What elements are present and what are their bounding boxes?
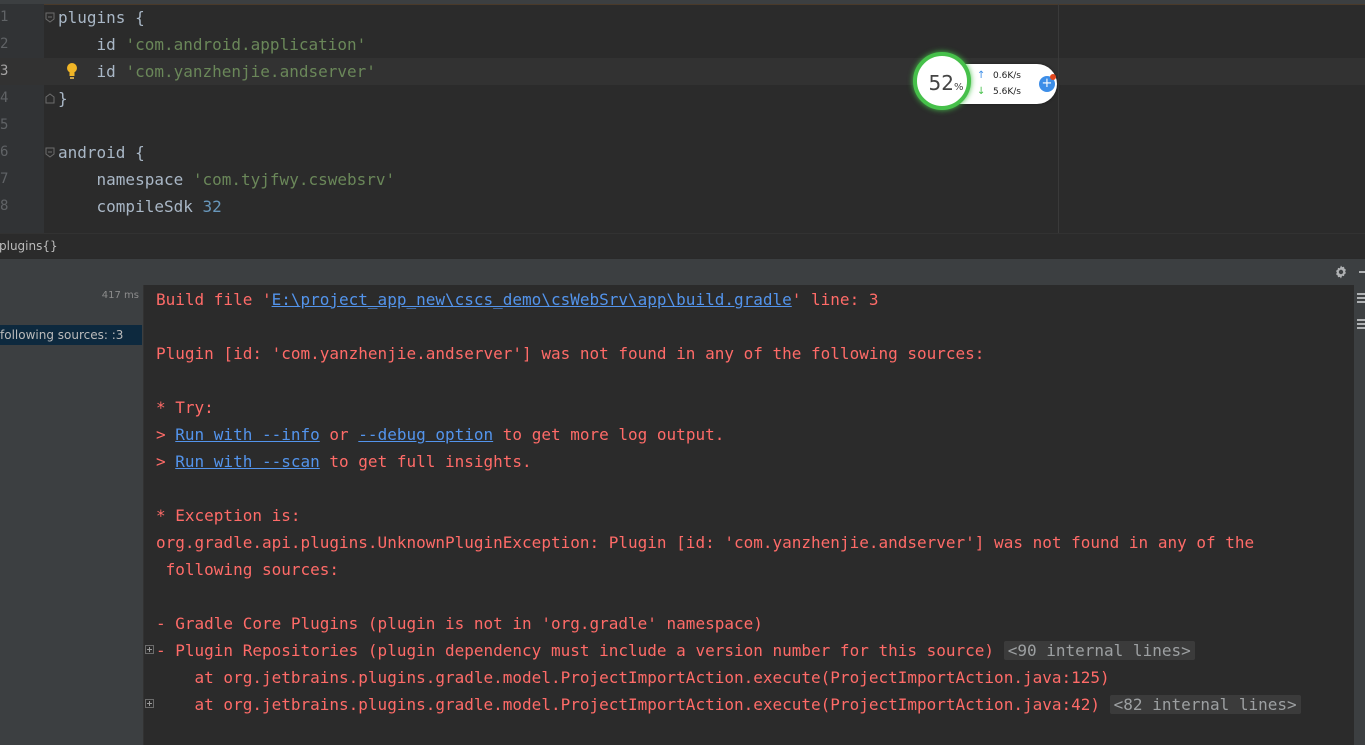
console-line-plugin-not-found: Plugin [id: 'com.yanzhenjie.andserver'] … — [156, 344, 985, 363]
minimize-icon[interactable] — [1359, 271, 1365, 273]
memory-usage-ring[interactable]: 52% — [913, 52, 971, 110]
code-text: id 'com.yanzhenjie.andserver' — [58, 58, 376, 85]
build-tree-panel[interactable]: 417 ms following sources: :3 — [0, 285, 144, 745]
code-text: plugins { — [58, 4, 145, 31]
run-with-info-link[interactable]: Run with --info — [175, 425, 320, 444]
expand-icon[interactable] — [145, 645, 154, 654]
build-file-link[interactable]: E:\project_app_new\cscs_demo\csWebSrv\ap… — [272, 290, 792, 309]
string-literal: 'com.android.application' — [125, 35, 367, 54]
try-scan-prefix: > — [156, 452, 176, 471]
internal-lines-fold[interactable]: <82 internal lines> — [1109, 695, 1301, 714]
fold-icon[interactable] — [45, 12, 55, 23]
code-token: } — [58, 89, 68, 108]
code-editor[interactable]: 1 plugins { 2 id 'com.android.application'… — [0, 0, 1365, 233]
line-number: 3 — [0, 63, 9, 79]
console-line-try-scan: > Run with --scan to get full insights. — [156, 448, 532, 475]
code-line[interactable]: 1 plugins { — [0, 4, 1365, 31]
code-text: id 'com.android.application' — [58, 31, 367, 58]
line-number: 1 — [0, 9, 9, 25]
breadcrumb-item-plugins[interactable]: plugins{} — [0, 239, 58, 253]
code-line[interactable]: 5 — [0, 112, 1365, 139]
code-token: id — [58, 35, 126, 54]
build-duration: 417 ms — [101, 290, 139, 301]
console-line-try-header: * Try: — [156, 398, 214, 417]
code-line[interactable]: 8 compileSdk 32 — [0, 193, 1365, 220]
code-line[interactable]: 6 android { — [0, 139, 1365, 166]
try-info-suffix: to get more log output. — [493, 425, 725, 444]
fold-icon[interactable] — [45, 147, 55, 158]
download-speed-value: 5.6K/s — [993, 87, 1021, 97]
code-token: android { — [58, 143, 145, 162]
scroll-to-end-icon[interactable] — [1357, 319, 1365, 331]
expand-icon[interactable] — [145, 699, 154, 708]
line-number: 4 — [0, 90, 9, 106]
percent-value: 52 — [928, 71, 954, 95]
upload-speed-value: 0.6K/s — [993, 71, 1021, 81]
console-line-exception: org.gradle.api.plugins.UnknownPluginExce… — [156, 533, 1255, 552]
code-line[interactable]: 3 id 'com.yanzhenjie.andserver' — [0, 58, 1365, 85]
line-number: 2 — [0, 36, 9, 52]
build-output-console[interactable]: Build file 'E:\project_app_new\cscs_demo… — [144, 285, 1354, 745]
code-token: id — [58, 62, 126, 81]
console-line-exception-header: * Exception is: — [156, 506, 301, 525]
gear-icon[interactable] — [1333, 264, 1349, 280]
soft-wrap-icon[interactable] — [1357, 293, 1365, 305]
fold-end-icon[interactable] — [45, 93, 55, 104]
try-info-mid: or — [319, 425, 359, 444]
build-file-prefix: Build file ' — [156, 290, 272, 309]
console-line-source-core: - Gradle Core Plugins (plugin is not in … — [156, 614, 763, 633]
line-number: 7 — [0, 171, 9, 187]
code-text: } — [58, 85, 68, 112]
upload-arrow-icon: ↑ — [977, 70, 986, 81]
download-arrow-icon: ↓ — [977, 86, 986, 97]
build-file-suffix: ' line: 3 — [791, 290, 879, 309]
code-text: android { — [58, 139, 145, 166]
code-line[interactable]: 4} — [0, 85, 1365, 112]
memory-usage-percent: 52% — [917, 71, 975, 95]
build-tree-item-error[interactable]: following sources: :3 — [0, 325, 142, 345]
console-line-try-info: > Run with --info or --debug option to g… — [156, 421, 724, 448]
code-line[interactable]: 7 namespace 'com.tyjfwy.cswebsrv' — [0, 166, 1365, 193]
string-literal: 'com.yanzhenjie.andserver' — [125, 62, 376, 81]
code-token: plugins { — [58, 8, 145, 27]
console-line-source-repos: - Plugin Repositories (plugin dependency… — [156, 637, 1195, 664]
internal-lines-fold[interactable]: <90 internal lines> — [1003, 641, 1195, 660]
notification-dot — [1050, 74, 1056, 80]
code-text: namespace 'com.tyjfwy.cswebsrv' — [58, 166, 396, 193]
line-number: 5 — [0, 117, 9, 133]
console-line-build-file: Build file 'E:\project_app_new\cscs_demo… — [156, 286, 878, 313]
line-number: 8 — [0, 198, 9, 214]
right-margin-guide — [1058, 4, 1059, 233]
download-speed: ↓ 5.6K/s — [977, 86, 1021, 97]
stack-2-text: at org.jetbrains.plugins.gradle.model.Pr… — [156, 695, 1101, 714]
breadcrumb[interactable]: plugins{} — [0, 233, 1365, 258]
upload-speed: ↑ 0.6K/s — [977, 70, 1021, 81]
console-toolbar — [1354, 285, 1365, 745]
debug-option-link[interactable]: --debug option — [358, 425, 493, 444]
console-line-exception-cont: following sources: — [156, 560, 340, 579]
source-repos-text: - Plugin Repositories (plugin dependency… — [156, 641, 995, 660]
code-token: namespace — [58, 170, 193, 189]
code-token: compileSdk — [58, 197, 203, 216]
console-line-stack-1: at org.jetbrains.plugins.gradle.model.Pr… — [156, 668, 1110, 687]
string-literal: 'com.tyjfwy.cswebsrv' — [192, 170, 396, 189]
percent-sign: % — [953, 82, 964, 93]
run-with-scan-link[interactable]: Run with --scan — [175, 452, 320, 471]
line-number: 6 — [0, 144, 9, 160]
number-literal: 32 — [202, 197, 222, 216]
console-line-stack-2: at org.jetbrains.plugins.gradle.model.Pr… — [156, 691, 1301, 718]
try-info-prefix: > — [156, 425, 176, 444]
network-speed-widget[interactable]: ↑ 0.6K/s ↓ 5.6K/s + 52% — [911, 50, 1059, 116]
try-scan-suffix: to get full insights. — [319, 452, 532, 471]
code-line[interactable]: 2 id 'com.android.application' — [0, 31, 1365, 58]
code-text: compileSdk 32 — [58, 193, 222, 220]
build-tool-window-header — [0, 258, 1365, 286]
